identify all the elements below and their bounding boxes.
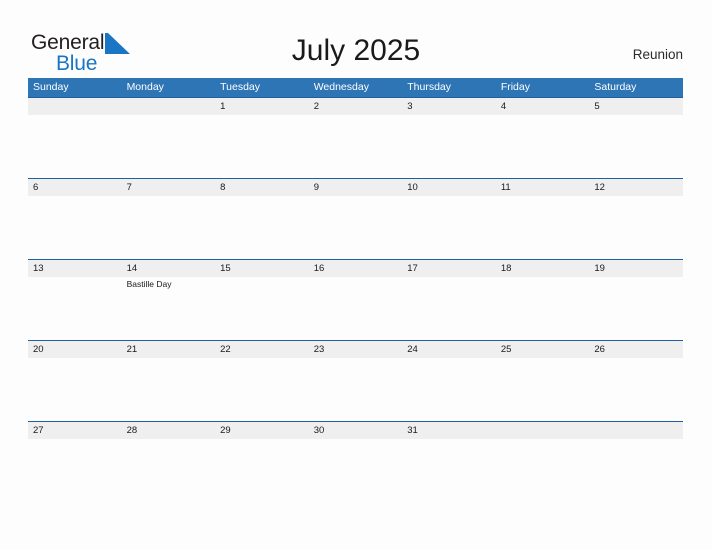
day-number: 7 [126,182,132,193]
day-number: 24 [407,344,418,355]
day-number: 23 [313,344,325,355]
calendar-day-cell[interactable]: 31 [402,422,496,459]
day-number: 9 [313,182,319,193]
day-number: 13 [33,263,44,274]
calendar-day-cell-empty [28,98,122,178]
day-number: 8 [220,182,226,193]
calendar-day-cell[interactable]: 4 [496,98,590,178]
day-number: 16 [313,263,325,274]
weekday-header-saturday: Saturday [594,81,637,93]
week-day-cells: 6 7 8 9 10 11 12 [28,179,683,259]
calendar-day-cell[interactable]: 25 [496,341,590,421]
day-number [501,422,590,439]
page-header: General Blue July 2025 Reunion [0,0,712,78]
calendar-day-cell[interactable]: 16 [309,260,403,340]
calendar-day-cell[interactable]: 27 [28,422,122,459]
calendar-day-cell[interactable]: 19 [589,260,683,340]
calendar-day-cell[interactable]: 20 [28,341,122,421]
calendar-week-row: 1 2 3 4 5 [28,97,683,178]
calendar-location: Reunion [632,47,683,62]
calendar-week-row: 20 21 22 23 24 25 26 [28,340,683,421]
calendar-day-cell[interactable]: 21 [122,341,216,421]
calendar-day-cell[interactable]: 9 [309,179,403,259]
weekday-header-wednesday: Wednesday [313,81,369,93]
page-title: July 2025 [291,34,421,67]
calendar-day-cell[interactable]: 24 [402,341,496,421]
day-number: 22 [220,344,231,355]
day-number: 15 [220,263,231,274]
day-number: 21 [126,344,138,355]
day-number: 19 [594,263,605,274]
calendar-day-cell[interactable]: 6 [28,179,122,259]
calendar-day-cell-empty [496,422,590,459]
day-events: Bastille Day [127,277,216,290]
calendar-day-cell[interactable]: 18 [496,260,590,340]
day-number: 6 [33,182,39,193]
calendar-day-cell[interactable]: 12 [589,179,683,259]
day-number: 31 [407,425,418,436]
calendar-day-cell[interactable]: 17 [402,260,496,340]
calendar-table: Sunday Monday Tuesday Wednesday Thursday… [28,78,683,459]
day-number: 20 [33,344,44,355]
weekday-header-thursday: Thursday [407,81,452,93]
day-number: 30 [313,425,325,436]
week-day-cells: 27 28 29 30 31 [28,422,683,459]
calendar-day-cell[interactable]: 15 [215,260,309,340]
calendar-weeks: 1 2 3 4 5 6 7 8 9 10 11 12 13 14 Bastille Day 15 16 17 18 1… [28,97,683,459]
day-number: 28 [126,425,138,436]
weekday-header-monday: Monday [126,81,164,93]
calendar-day-cell[interactable]: 29 [215,422,309,459]
day-number [594,422,683,439]
day-number: 14 [126,263,138,274]
calendar-day-cell[interactable]: 13 [28,260,122,340]
calendar-week-row: 27 28 29 30 31 [28,421,683,459]
day-number: 4 [500,101,507,112]
calendar-day-cell[interactable]: 22 [215,341,309,421]
calendar-day-cell[interactable]: 26 [589,341,683,421]
weekday-header-row: Sunday Monday Tuesday Wednesday Thursday… [28,78,683,97]
day-number [127,98,216,115]
calendar-day-cell[interactable]: 3 [402,98,496,178]
week-day-cells: 20 21 22 23 24 25 26 [28,341,683,421]
calendar-day-cell[interactable]: 1 [215,98,309,178]
day-number: 25 [500,344,512,355]
day-number [33,98,122,115]
week-day-cells: 13 14 Bastille Day 15 16 17 18 19 [28,260,683,340]
calendar-week-row: 6 7 8 9 10 11 12 [28,178,683,259]
calendar-day-cell[interactable]: 8 [215,179,309,259]
day-number: 12 [594,182,605,193]
calendar-day-cell[interactable]: 10 [402,179,496,259]
day-number: 11 [500,182,511,193]
day-number: 3 [407,101,413,112]
week-day-cells: 1 2 3 4 5 [28,98,683,178]
calendar-day-cell[interactable]: 28 [122,422,216,459]
calendar-day-cell[interactable]: 23 [309,341,403,421]
calendar-day-cell[interactable]: 2 [309,98,403,178]
day-number: 5 [594,101,600,112]
calendar-day-cell[interactable]: 5 [589,98,683,178]
weekday-header-sunday: Sunday [33,81,69,93]
weekday-header-friday: Friday [500,81,530,93]
day-number: 18 [500,263,512,274]
calendar-week-row: 13 14 Bastille Day 15 16 17 18 19 [28,259,683,340]
day-number: 27 [33,425,44,436]
calendar-day-cell[interactable]: 14 Bastille Day [122,260,216,340]
day-event-label: Bastille Day [126,279,172,289]
calendar-day-cell[interactable]: 11 [496,179,590,259]
day-number: 1 [220,101,226,112]
weekday-header-tuesday: Tuesday [220,81,261,93]
day-number: 17 [407,263,418,274]
day-number: 29 [220,425,231,436]
calendar-day-cell[interactable]: 7 [122,179,216,259]
calendar-day-cell-empty [589,422,683,459]
day-number: 2 [313,101,319,112]
day-number: 10 [407,182,418,193]
calendar-day-cell[interactable]: 30 [309,422,403,459]
day-number: 26 [594,344,605,355]
calendar-day-cell-empty [122,98,216,178]
